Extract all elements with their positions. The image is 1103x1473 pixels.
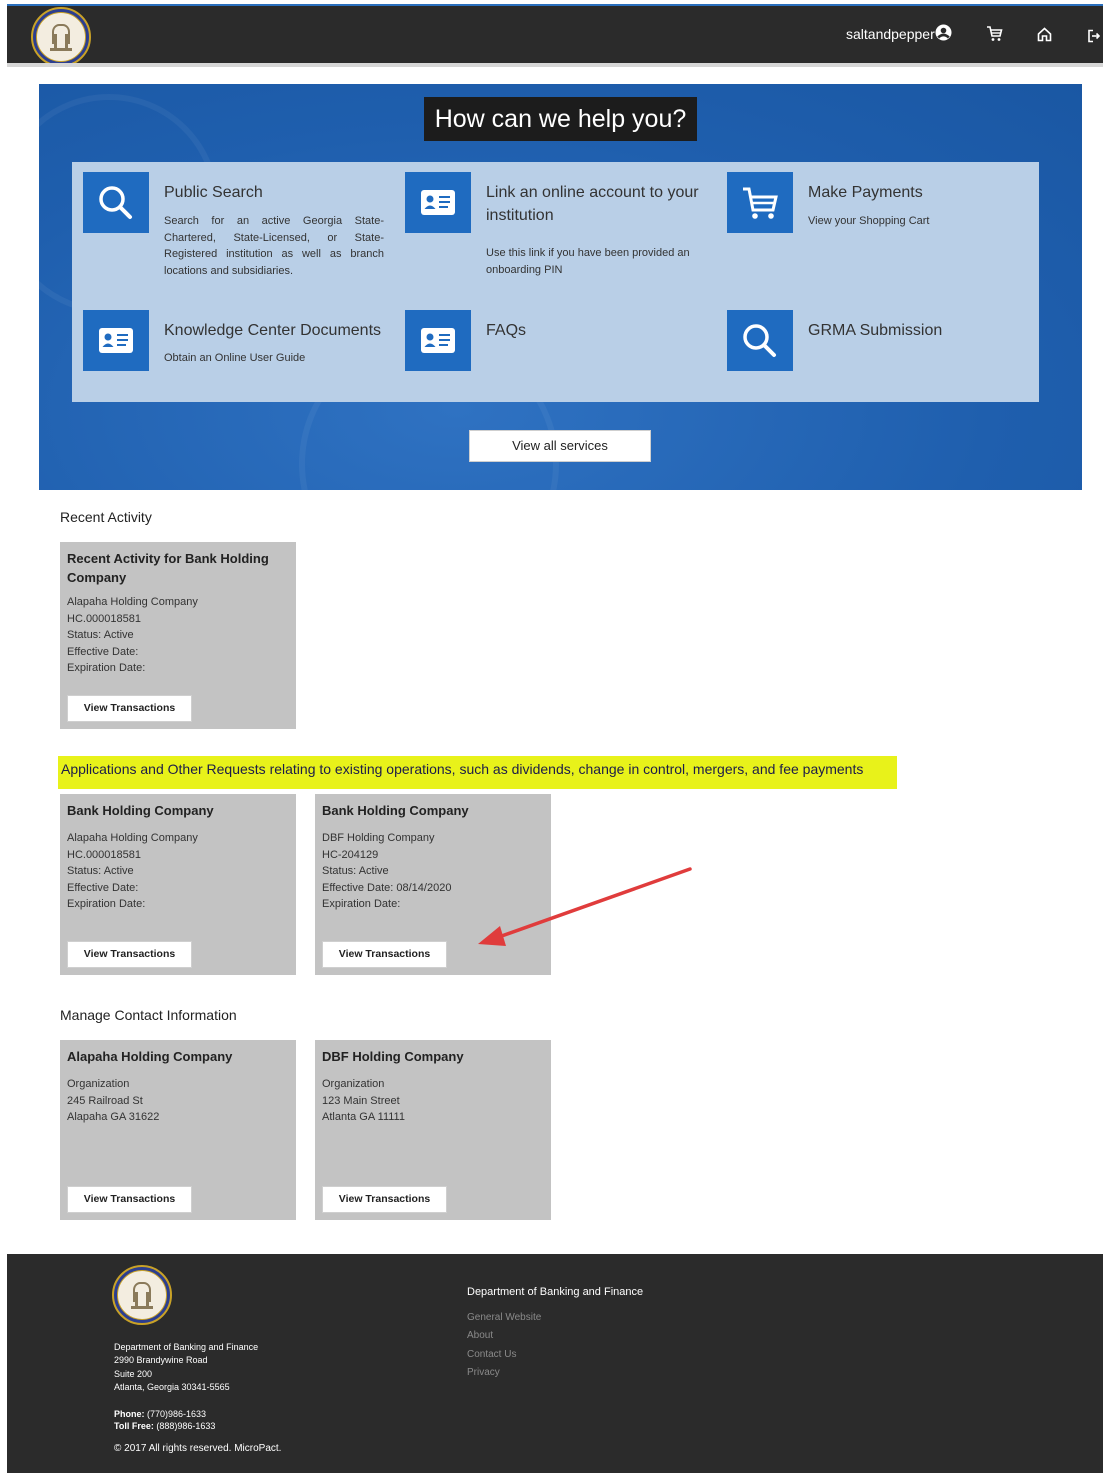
search-icon	[727, 310, 793, 371]
header-divider	[7, 63, 1103, 67]
address-line: Suite 200	[114, 1368, 153, 1379]
service-description[interactable]: View your Shopping Cart	[808, 213, 1008, 230]
card-details: Organization 245 Railroad St Alapaha GA …	[67, 1076, 159, 1126]
footer-link-privacy[interactable]: Privacy	[467, 1367, 500, 1378]
card-title: Alapaha Holding Company	[67, 1049, 233, 1064]
id-card-icon	[405, 172, 471, 233]
card-line: Status: Active	[67, 629, 134, 641]
card-line: Alapaha GA 31622	[67, 1111, 160, 1123]
footer-links-title: Department of Banking and Finance	[467, 1286, 644, 1298]
service-faqs[interactable]: FAQs	[405, 310, 707, 380]
hero-title: How can we help you?	[424, 97, 697, 141]
service-title[interactable]: Knowledge Center Documents	[164, 319, 381, 342]
page-footer: Department of Banking and Finance 2990 B…	[7, 1254, 1103, 1473]
contact-info-heading: Manage Contact Information	[60, 1007, 237, 1023]
card-line: Expiration Date:	[67, 898, 146, 910]
card-line: DBF Holding Company	[322, 832, 435, 844]
card-title: Bank Holding Company	[67, 803, 214, 818]
card-line: HC.000018581	[67, 848, 142, 861]
phone-line: Phone: (770)986-1633	[114, 1409, 207, 1419]
footer-link-contact-us[interactable]: Contact Us	[467, 1349, 516, 1360]
card-line: HC.000018581	[67, 612, 142, 625]
app-header: saltandpepper	[7, 6, 1103, 67]
card-line: Atlanta GA 11111	[322, 1111, 405, 1123]
card-line: 245 Railroad St	[67, 1094, 143, 1107]
card-line: Alapaha Holding Company	[67, 596, 198, 608]
username[interactable]: saltandpepper	[846, 26, 935, 42]
card-line: Expiration Date:	[322, 898, 401, 910]
recent-activity-card: Recent Activity for Bank Holding Company…	[60, 542, 296, 729]
home-icon[interactable]	[1037, 26, 1052, 46]
card-details: Alapaha Holding Company HC.000018581 Sta…	[67, 830, 198, 913]
service-title[interactable]: FAQs	[486, 319, 526, 342]
id-card-icon	[405, 310, 471, 371]
footer-address: Department of Banking and Finance 2990 B…	[114, 1341, 258, 1394]
tollfree-line: Toll Free: (888)986-1633	[114, 1421, 216, 1431]
cart-icon	[727, 172, 793, 233]
footer-link-general-website[interactable]: General Website	[467, 1312, 541, 1323]
address-line: Department of Banking and Finance	[114, 1342, 259, 1352]
card-line: Effective Date: 08/14/2020	[322, 881, 452, 894]
card-line: Effective Date:	[67, 645, 139, 658]
view-transactions-button[interactable]: View Transactions	[67, 1186, 192, 1213]
service-make-payments[interactable]: Make Payments View your Shopping Cart	[727, 172, 1029, 292]
view-transactions-button[interactable]: View Transactions	[322, 1186, 447, 1213]
contact-card: DBF Holding Company Organization 123 Mai…	[315, 1040, 551, 1220]
service-link-account[interactable]: Link an online account to your instituti…	[405, 172, 715, 292]
view-transactions-button[interactable]: View Transactions	[67, 695, 192, 722]
sign-out-icon[interactable]	[1087, 27, 1101, 47]
card-title: Recent Activity for Bank Holding Company	[67, 551, 269, 585]
card-line: Status: Active	[67, 865, 134, 877]
state-seal-logo[interactable]	[31, 7, 91, 67]
services-panel: Public Search Search for an active Georg…	[72, 162, 1039, 402]
service-title[interactable]: Make Payments	[808, 181, 923, 204]
card-line: Expiration Date:	[67, 662, 146, 674]
service-description[interactable]: Obtain an Online User Guide	[164, 350, 384, 367]
hero-banner: How can we help you? Public Search Searc…	[39, 84, 1082, 490]
user-circle-icon[interactable]	[935, 24, 952, 45]
service-knowledge-center[interactable]: Knowledge Center Documents Obtain an Onl…	[83, 310, 385, 380]
footer-copyright: © 2017 All rights reserved. MicroPact.	[114, 1443, 282, 1454]
service-description: Search for an active Georgia State-Chart…	[164, 215, 384, 277]
search-icon	[83, 172, 149, 233]
address-line: Atlanta, Georgia 30341-5565	[114, 1381, 230, 1392]
view-transactions-button[interactable]: View Transactions	[67, 941, 192, 968]
service-public-search[interactable]: Public Search Search for an active Georg…	[83, 172, 385, 292]
footer-phones: Phone: (770)986-1633 Toll Free: (888)986…	[114, 1408, 215, 1432]
state-seal-logo	[112, 1265, 172, 1325]
view-transactions-button[interactable]: View Transactions	[322, 941, 447, 968]
card-line: Organization	[67, 1078, 130, 1090]
footer-link-about[interactable]: About	[467, 1330, 493, 1341]
view-all-services-button[interactable]: View all services	[469, 430, 651, 462]
id-card-icon	[83, 310, 149, 371]
card-line: 123 Main Street	[322, 1094, 400, 1107]
card-title: DBF Holding Company	[322, 1049, 464, 1064]
service-title[interactable]: Link an online account to your instituti…	[486, 181, 711, 227]
card-line: Status: Active	[322, 865, 389, 877]
card-line: HC-204129	[322, 848, 379, 861]
card-details: DBF Holding Company HC-204129 Status: Ac…	[322, 830, 451, 913]
card-line: Organization	[322, 1078, 385, 1090]
card-line: Effective Date:	[67, 881, 139, 894]
applications-heading: Applications and Other Requests relating…	[58, 756, 897, 789]
service-title[interactable]: Public Search	[164, 181, 263, 204]
application-card: Bank Holding Company Alapaha Holding Com…	[60, 794, 296, 975]
service-description: Use this link if you have been provided …	[486, 247, 690, 276]
service-title[interactable]: GRMA Submission	[808, 319, 942, 342]
service-grma-submission[interactable]: GRMA Submission	[727, 310, 1029, 380]
card-line: Alapaha Holding Company	[67, 832, 198, 844]
card-title: Bank Holding Company	[322, 803, 469, 818]
card-details: Alapaha Holding Company HC.000018581 Sta…	[67, 594, 198, 677]
red-annotation-arrow	[478, 867, 692, 946]
address-line: 2990 Brandywine Road	[114, 1355, 208, 1366]
cart-icon[interactable]	[986, 25, 1003, 46]
card-details: Organization 123 Main Street Atlanta GA …	[322, 1076, 405, 1126]
recent-activity-heading: Recent Activity	[60, 509, 152, 525]
contact-card: Alapaha Holding Company Organization 245…	[60, 1040, 296, 1220]
